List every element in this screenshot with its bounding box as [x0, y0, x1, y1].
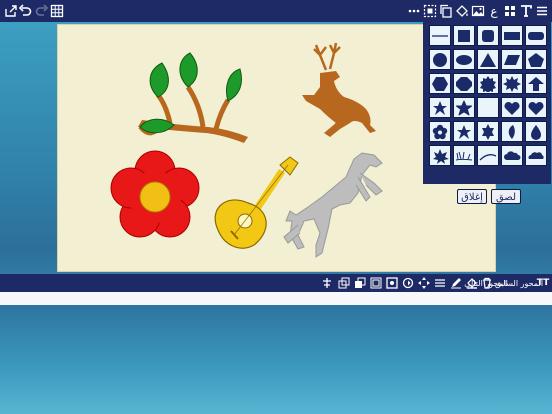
- crop-icon[interactable]: [385, 276, 399, 290]
- layers-front-icon[interactable]: [353, 276, 367, 290]
- more-icon[interactable]: [406, 3, 422, 19]
- branch-with-leaves-shape[interactable]: [138, 52, 248, 143]
- grid-icon[interactable]: [49, 3, 65, 19]
- paste-button[interactable]: لصق: [491, 189, 521, 204]
- shape-triangle-icon[interactable]: [477, 49, 499, 70]
- group-icon[interactable]: [369, 276, 383, 290]
- shape-burst-icon[interactable]: [501, 73, 523, 94]
- horse-shape[interactable]: [283, 152, 383, 258]
- shape-star-six-icon[interactable]: [477, 121, 499, 142]
- menu-icon[interactable]: [534, 3, 550, 19]
- deer-shape[interactable]: [302, 42, 376, 137]
- shape-octagon-icon[interactable]: [453, 73, 475, 94]
- shape-circle-icon[interactable]: [429, 49, 451, 70]
- select-icon[interactable]: [422, 3, 438, 19]
- fill-icon[interactable]: [454, 3, 470, 19]
- shape-hexagon-icon[interactable]: [429, 73, 451, 94]
- redo-icon[interactable]: [34, 3, 50, 19]
- bottom-toolbar: المحور التالي المحور السابق TT: [0, 274, 552, 292]
- shape-star-rounded-icon[interactable]: [453, 97, 475, 118]
- shape-line-icon[interactable]: [429, 25, 451, 46]
- shape-cloud-wide-icon[interactable]: [525, 145, 547, 166]
- shape-leaf-icon[interactable]: [501, 121, 523, 142]
- shape-rounded-rectangle-icon[interactable]: [525, 25, 547, 46]
- pen-icon[interactable]: [449, 276, 463, 290]
- undo-icon[interactable]: [17, 3, 33, 19]
- move-icon[interactable]: [417, 276, 431, 290]
- shape-star-icon[interactable]: [429, 97, 451, 118]
- shape-cloud-icon[interactable]: [501, 145, 523, 166]
- line-style-icon[interactable]: [433, 276, 447, 290]
- apps-icon[interactable]: [502, 3, 518, 19]
- close-panel-button[interactable]: إغلاق: [457, 189, 487, 204]
- copy-icon[interactable]: [438, 3, 454, 19]
- rotate-icon[interactable]: [401, 276, 415, 290]
- flower-shape[interactable]: [110, 150, 200, 238]
- shape-rectangle-icon[interactable]: [501, 25, 523, 46]
- shape-grass-icon[interactable]: [453, 145, 475, 166]
- shape-heart-outline-icon[interactable]: [525, 97, 547, 118]
- shape-crescent-icon[interactable]: [477, 97, 499, 118]
- align-icon[interactable]: [320, 276, 334, 290]
- shape-pentagon-icon[interactable]: [525, 49, 547, 70]
- shape-star-five-icon[interactable]: [453, 121, 475, 142]
- layers-back-icon[interactable]: [337, 276, 351, 290]
- arabic-letter-glyph: ع: [490, 4, 498, 18]
- shape-arrow-up-icon[interactable]: [525, 73, 547, 94]
- top-toolbar: ع: [0, 0, 552, 22]
- text-icon[interactable]: [518, 3, 534, 19]
- lower-background: [0, 305, 552, 414]
- text-size-icon[interactable]: TT: [536, 276, 550, 290]
- shape-flower-icon[interactable]: [429, 121, 451, 142]
- shape-drop-icon[interactable]: [525, 121, 547, 142]
- prev-axis-button[interactable]: المحور السابق: [495, 276, 543, 290]
- shape-heart-icon[interactable]: [501, 97, 523, 118]
- arabic-letter-icon[interactable]: ع: [486, 3, 502, 19]
- shape-ellipse-icon[interactable]: [453, 49, 475, 70]
- status-strip: [0, 292, 552, 305]
- shape-rounded-square-icon[interactable]: [477, 25, 499, 46]
- shape-parallelogram-icon[interactable]: [501, 49, 523, 70]
- shapes-panel: إغلاق لصق: [423, 22, 551, 204]
- image-icon[interactable]: [470, 3, 486, 19]
- oud-shape[interactable]: [214, 156, 299, 249]
- shape-curve-icon[interactable]: [477, 145, 499, 166]
- shape-splat-icon[interactable]: [429, 145, 451, 166]
- shape-badge-icon[interactable]: [477, 73, 499, 94]
- shape-square-icon[interactable]: [453, 25, 475, 46]
